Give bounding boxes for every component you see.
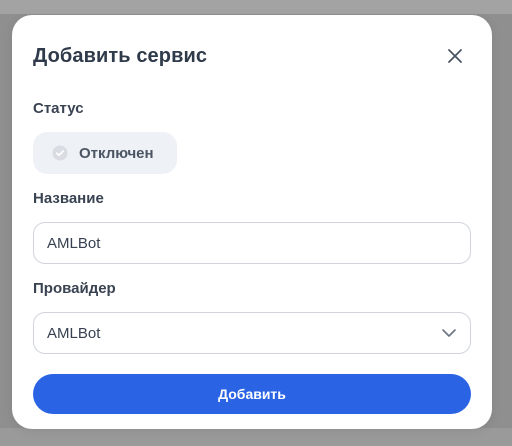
provider-selected-value: AMLBot [47, 324, 101, 342]
close-button[interactable] [444, 45, 466, 67]
status-toggle[interactable]: Отключен [33, 132, 177, 174]
status-value: Отключен [79, 144, 154, 162]
add-service-dialog: Добавить сервис Статус Отключен Название… [12, 15, 492, 429]
background-footer [0, 428, 512, 446]
status-label: Статус [33, 100, 84, 117]
provider-label: Провайдер [33, 280, 116, 297]
add-button[interactable]: Добавить [33, 374, 471, 414]
provider-select[interactable]: AMLBot [33, 312, 471, 354]
close-icon [448, 49, 462, 63]
background-header [0, 0, 512, 14]
check-circle-icon [52, 145, 68, 161]
name-label: Название [33, 190, 104, 207]
chevron-down-icon [442, 329, 456, 337]
name-input[interactable] [33, 222, 471, 264]
dialog-title: Добавить сервис [33, 45, 208, 67]
